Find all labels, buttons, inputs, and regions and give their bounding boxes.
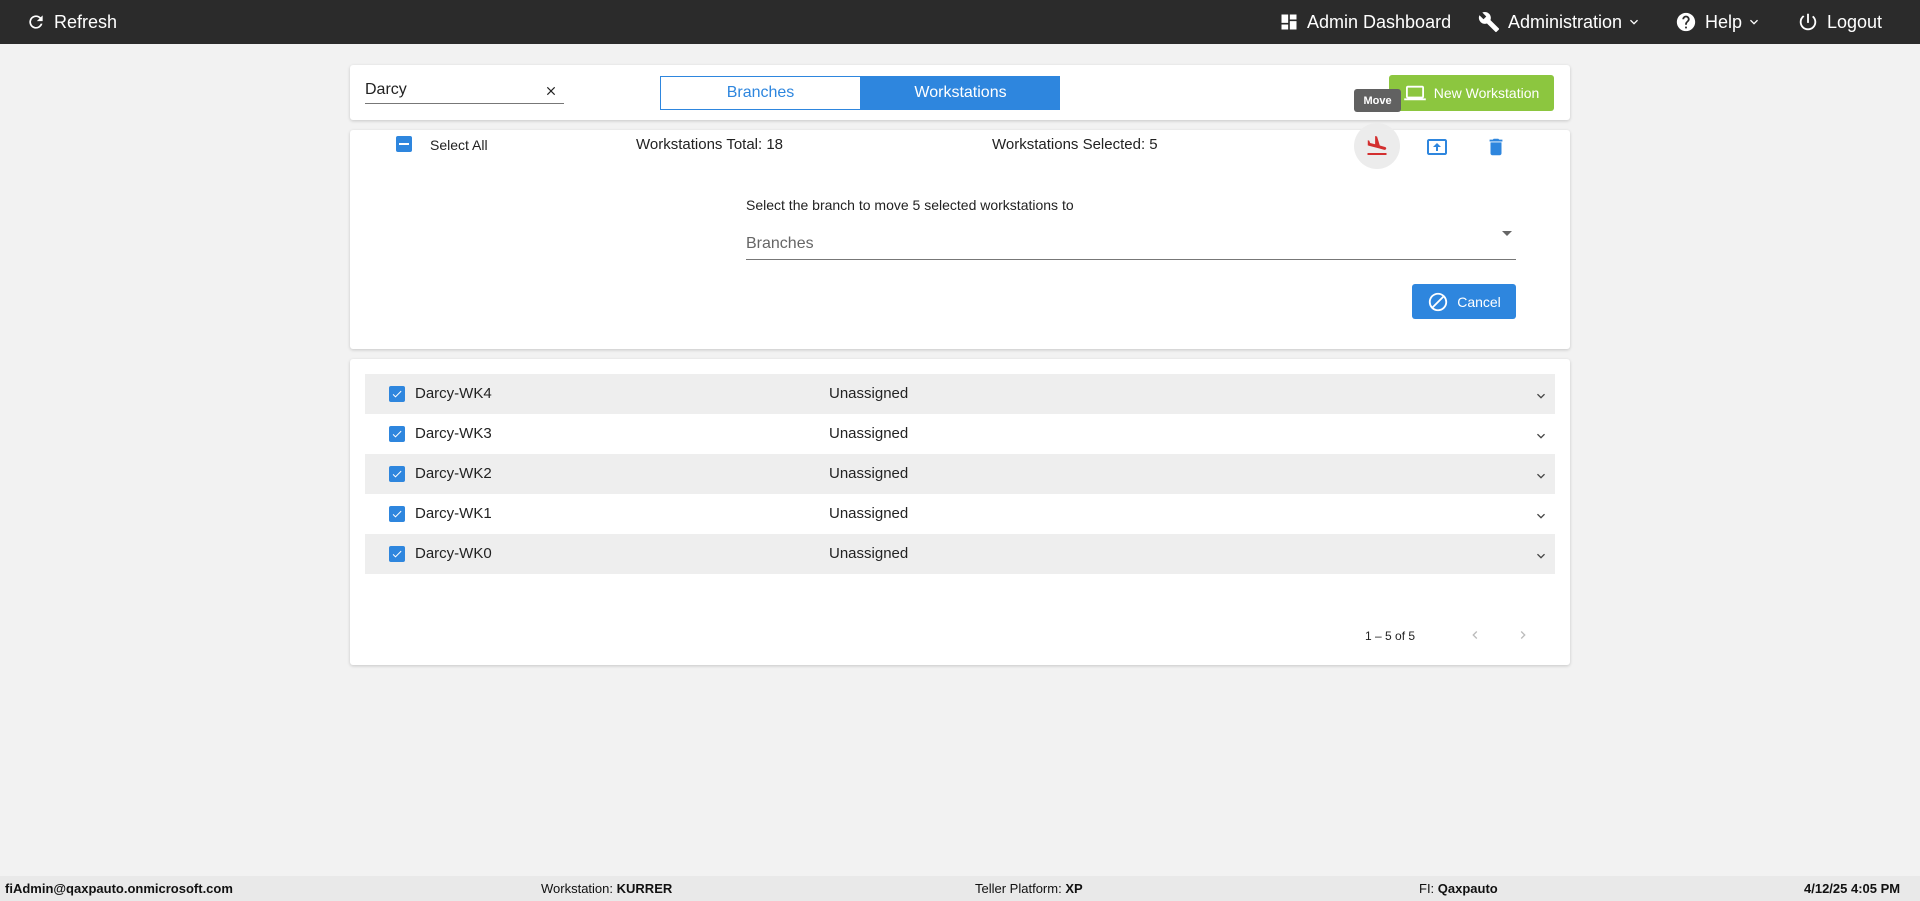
block-icon: [1427, 291, 1449, 313]
new-workstation-label: New Workstation: [1433, 85, 1540, 101]
fi-label: FI:: [1419, 881, 1435, 896]
workstation-name: Darcy-WK2: [415, 465, 492, 482]
workstations-total: Workstations Total: 18: [636, 136, 784, 153]
workstation-value: KURRER: [616, 881, 673, 896]
status-platform: Teller Platform: XP: [975, 881, 1083, 896]
search-input[interactable]: [365, 79, 535, 101]
workstation-name: Darcy-WK3: [415, 425, 492, 442]
expand-icon[interactable]: [1533, 548, 1549, 564]
table-row[interactable]: Darcy-WK1 Unassigned: [365, 494, 1555, 534]
expand-icon[interactable]: [1533, 508, 1549, 524]
workstations-selected: Workstations Selected: 5: [992, 136, 1158, 153]
refresh-icon: [26, 12, 46, 32]
flight-land-icon: [1367, 136, 1387, 155]
move-button[interactable]: [1354, 123, 1400, 169]
next-page-icon[interactable]: [1515, 627, 1531, 643]
workstation-status: Unassigned: [829, 385, 909, 402]
fi-value: Qaxpauto: [1437, 881, 1498, 896]
refresh-button[interactable]: Refresh: [26, 0, 117, 44]
select-all-label: Select All: [430, 137, 488, 153]
check-icon: [392, 390, 402, 398]
row-checkbox[interactable]: [389, 506, 405, 522]
laptop-icon: [1403, 84, 1426, 102]
tab-workstations[interactable]: Workstations: [861, 76, 1060, 110]
dropdown-arrow-icon: [1502, 231, 1512, 236]
check-icon: [392, 470, 402, 478]
table-row[interactable]: Darcy-WK2 Unassigned: [365, 454, 1555, 494]
upload-box-icon: [1427, 139, 1447, 155]
chevron-down-icon: [1746, 14, 1762, 30]
table-row[interactable]: Darcy-WK0 Unassigned: [365, 534, 1555, 574]
admin-dashboard-link[interactable]: Admin Dashboard: [1279, 0, 1451, 44]
status-user: fiAdmin@qaxpauto.onmicrosoft.com: [5, 881, 233, 896]
datetime-value: 4/12/25 4:05 PM: [1804, 881, 1901, 896]
delete-button[interactable]: [1483, 134, 1509, 160]
move-prompt: Select the branch to move 5 selected wor…: [746, 197, 1074, 213]
status-workstation: Workstation: KURRER: [541, 881, 672, 896]
power-icon: [1797, 11, 1819, 33]
move-tooltip: Move: [1354, 89, 1401, 112]
pagination-range: 1 – 5 of 5: [1365, 629, 1416, 643]
table-row[interactable]: Darcy-WK4 Unassigned: [365, 374, 1555, 414]
workstation-name: Darcy-WK4: [415, 385, 492, 402]
logout-label: Logout: [1827, 11, 1883, 32]
check-icon: [392, 510, 402, 518]
tab-branches[interactable]: Branches: [660, 76, 861, 110]
export-button[interactable]: [1424, 134, 1450, 160]
expand-icon[interactable]: [1533, 428, 1549, 444]
branch-select[interactable]: Branches: [746, 228, 1516, 260]
table-row[interactable]: Darcy-WK3 Unassigned: [365, 414, 1555, 454]
expand-icon[interactable]: [1533, 388, 1549, 404]
clear-icon[interactable]: [544, 84, 558, 98]
row-checkbox[interactable]: [389, 426, 405, 442]
workstation-status: Unassigned: [829, 425, 909, 442]
help-icon: [1675, 11, 1697, 33]
workstation-status: Unassigned: [829, 545, 909, 562]
indeterminate-icon: [399, 143, 409, 145]
top-bar: Refresh Admin Dashboard Administration H…: [0, 0, 1920, 44]
cancel-button[interactable]: Cancel: [1412, 284, 1516, 319]
wrench-icon: [1478, 11, 1500, 33]
row-checkbox[interactable]: [389, 466, 405, 482]
workstation-label: Workstation:: [541, 881, 614, 896]
dashboard-icon: [1279, 12, 1299, 32]
branch-select-placeholder: Branches: [746, 235, 814, 252]
previous-page-icon[interactable]: [1467, 627, 1483, 643]
cancel-label: Cancel: [1457, 293, 1501, 310]
workstation-status: Unassigned: [829, 465, 909, 482]
administration-menu[interactable]: Administration: [1478, 0, 1642, 44]
chevron-down-icon: [1626, 14, 1642, 30]
trash-icon: [1489, 138, 1503, 156]
refresh-label: Refresh: [54, 11, 118, 32]
row-checkbox[interactable]: [389, 386, 405, 402]
logout-button[interactable]: Logout: [1797, 0, 1882, 44]
platform-value: XP: [1065, 881, 1083, 896]
workstation-name: Darcy-WK0: [415, 545, 492, 562]
help-menu[interactable]: Help: [1675, 0, 1762, 44]
row-checkbox[interactable]: [389, 546, 405, 562]
user-email: fiAdmin@qaxpauto.onmicrosoft.com: [5, 881, 233, 896]
status-datetime: 4/12/25 4:05 PM: [1804, 881, 1900, 896]
select-all-checkbox[interactable]: [396, 136, 412, 152]
platform-label: Teller Platform:: [975, 881, 1062, 896]
check-icon: [392, 430, 402, 438]
administration-label: Administration: [1508, 11, 1623, 32]
admin-dashboard-label: Admin Dashboard: [1307, 11, 1452, 32]
search-field: [365, 79, 564, 104]
help-label: Help: [1705, 11, 1743, 32]
expand-icon[interactable]: [1533, 468, 1549, 484]
status-bar: fiAdmin@qaxpauto.onmicrosoft.com Worksta…: [0, 876, 1920, 901]
check-icon: [392, 550, 402, 558]
new-workstation-button[interactable]: New Workstation: [1389, 75, 1554, 111]
workstation-name: Darcy-WK1: [415, 505, 492, 522]
workstation-status: Unassigned: [829, 505, 909, 522]
status-fi: FI: Qaxpauto: [1419, 881, 1498, 896]
